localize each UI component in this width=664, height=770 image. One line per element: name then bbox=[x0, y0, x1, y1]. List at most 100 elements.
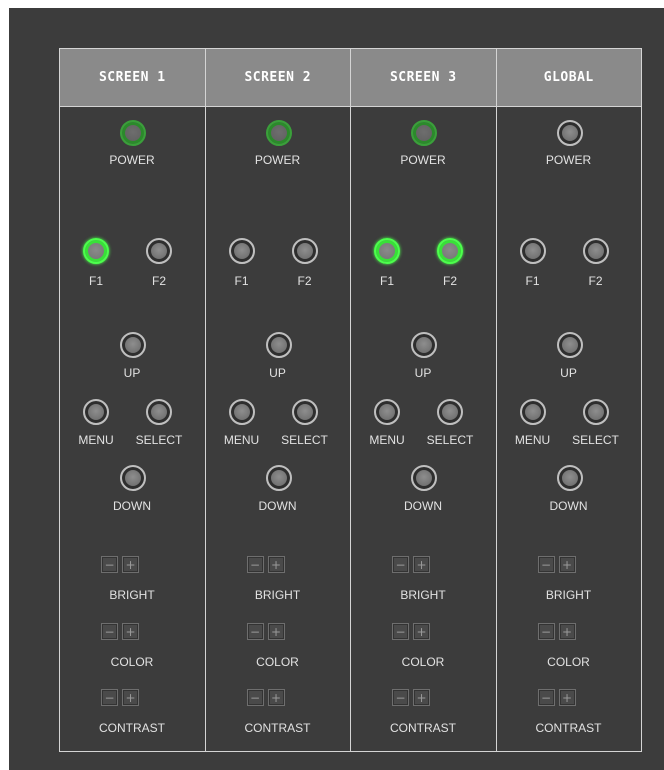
power-button[interactable] bbox=[411, 120, 437, 146]
menu-button[interactable] bbox=[519, 399, 546, 425]
select-button[interactable] bbox=[291, 399, 318, 425]
power-label: POWER bbox=[254, 153, 301, 167]
f1-button[interactable] bbox=[519, 238, 546, 264]
color-label: COLOR bbox=[110, 655, 154, 669]
color-minus-button[interactable]: − bbox=[392, 623, 409, 640]
menu-button[interactable] bbox=[83, 399, 109, 425]
column-screen-3: SCREEN 3 POWER F1 F2 UP MENU SELECT DOWN… bbox=[351, 49, 497, 751]
power-button[interactable] bbox=[120, 120, 146, 146]
f1-label: F1 bbox=[234, 274, 249, 288]
color-minus-button[interactable]: − bbox=[246, 623, 264, 640]
color-label: COLOR bbox=[256, 655, 299, 669]
column-header: SCREEN 3 bbox=[351, 49, 496, 107]
color-label: COLOR bbox=[401, 655, 445, 669]
up-button[interactable] bbox=[556, 332, 583, 358]
color-minus-button[interactable]: − bbox=[537, 623, 555, 640]
f1-label: F1 bbox=[88, 274, 104, 288]
up-label: UP bbox=[414, 366, 432, 380]
color-label: COLOR bbox=[547, 655, 590, 669]
up-label: UP bbox=[560, 366, 577, 380]
down-label: DOWN bbox=[258, 499, 297, 513]
contrast-label: CONTRAST bbox=[99, 721, 165, 735]
contrast-plus-button[interactable]: + bbox=[413, 689, 430, 706]
remote-frame: SCREEN 1 POWER F1 F2 UP MENU SELECT DOWN… bbox=[9, 8, 664, 770]
power-label: POWER bbox=[109, 153, 155, 167]
down-button[interactable] bbox=[411, 465, 437, 491]
select-label: SELECT bbox=[426, 433, 474, 447]
power-label: POWER bbox=[545, 153, 592, 167]
column-header: SCREEN 2 bbox=[205, 49, 350, 107]
up-button[interactable] bbox=[411, 332, 437, 358]
menu-button[interactable] bbox=[374, 399, 400, 425]
contrast-plus-button[interactable]: + bbox=[558, 689, 576, 706]
bright-plus-button[interactable]: + bbox=[413, 556, 430, 573]
down-label: DOWN bbox=[549, 499, 588, 513]
bright-minus-button[interactable]: − bbox=[537, 556, 555, 573]
f1-label: F1 bbox=[525, 274, 540, 288]
down-label: DOWN bbox=[404, 499, 442, 513]
f2-label: F2 bbox=[297, 274, 312, 288]
contrast-plus-button[interactable]: + bbox=[267, 689, 285, 706]
select-button[interactable] bbox=[582, 399, 609, 425]
contrast-minus-button[interactable]: − bbox=[101, 689, 118, 706]
f2-button[interactable] bbox=[146, 238, 172, 264]
column-global: GLOBAL POWER F1 F2 UP MENU SELECT DOWN −… bbox=[496, 49, 641, 751]
up-button[interactable] bbox=[120, 332, 146, 358]
select-label: SELECT bbox=[572, 433, 619, 447]
bright-minus-button[interactable]: − bbox=[392, 556, 409, 573]
bright-label: BRIGHT bbox=[400, 588, 446, 602]
f1-button[interactable] bbox=[83, 238, 109, 264]
down-button[interactable] bbox=[120, 465, 146, 491]
f2-label: F2 bbox=[151, 274, 167, 288]
contrast-label: CONTRAST bbox=[390, 721, 456, 735]
power-button[interactable] bbox=[556, 120, 583, 146]
down-button[interactable] bbox=[265, 465, 292, 491]
column-screen-2: SCREEN 2 POWER F1 F2 UP MENU SELECT DOWN… bbox=[205, 49, 351, 751]
up-label: UP bbox=[123, 366, 141, 380]
bright-minus-button[interactable]: − bbox=[246, 556, 264, 573]
power-label: POWER bbox=[400, 153, 446, 167]
f2-label: F2 bbox=[588, 274, 603, 288]
color-plus-button[interactable]: + bbox=[558, 623, 576, 640]
contrast-minus-button[interactable]: − bbox=[246, 689, 264, 706]
bright-plus-button[interactable]: + bbox=[267, 556, 285, 573]
f2-button[interactable] bbox=[582, 238, 609, 264]
f2-button[interactable] bbox=[291, 238, 318, 264]
menu-label: MENU bbox=[223, 433, 260, 447]
menu-button[interactable] bbox=[228, 399, 255, 425]
f1-label: F1 bbox=[379, 274, 395, 288]
contrast-label: CONTRAST bbox=[535, 721, 602, 735]
f1-button[interactable] bbox=[374, 238, 400, 264]
contrast-plus-button[interactable]: + bbox=[122, 689, 139, 706]
color-plus-button[interactable]: + bbox=[413, 623, 430, 640]
select-button[interactable] bbox=[437, 399, 463, 425]
f2-label: F2 bbox=[442, 274, 458, 288]
menu-label: MENU bbox=[369, 433, 405, 447]
bright-label: BRIGHT bbox=[254, 588, 301, 602]
contrast-minus-button[interactable]: − bbox=[392, 689, 409, 706]
down-label: DOWN bbox=[113, 499, 151, 513]
power-button[interactable] bbox=[265, 120, 292, 146]
column-header: SCREEN 1 bbox=[60, 49, 205, 107]
bright-label: BRIGHT bbox=[545, 588, 592, 602]
color-minus-button[interactable]: − bbox=[101, 623, 118, 640]
color-plus-button[interactable]: + bbox=[267, 623, 285, 640]
color-plus-button[interactable]: + bbox=[122, 623, 139, 640]
f1-button[interactable] bbox=[228, 238, 255, 264]
contrast-minus-button[interactable]: − bbox=[537, 689, 555, 706]
column-screen-1: SCREEN 1 POWER F1 F2 UP MENU SELECT DOWN… bbox=[60, 49, 206, 751]
down-button[interactable] bbox=[556, 465, 583, 491]
up-label: UP bbox=[269, 366, 286, 380]
menu-label: MENU bbox=[514, 433, 551, 447]
menu-label: MENU bbox=[78, 433, 114, 447]
bright-minus-button[interactable]: − bbox=[101, 556, 118, 573]
up-button[interactable] bbox=[265, 332, 292, 358]
f2-button[interactable] bbox=[437, 238, 463, 264]
bright-plus-button[interactable]: + bbox=[558, 556, 576, 573]
bright-label: BRIGHT bbox=[109, 588, 155, 602]
bright-plus-button[interactable]: + bbox=[122, 556, 139, 573]
select-button[interactable] bbox=[146, 399, 172, 425]
control-panel: SCREEN 1 POWER F1 F2 UP MENU SELECT DOWN… bbox=[59, 48, 642, 752]
select-label: SELECT bbox=[281, 433, 328, 447]
contrast-label: CONTRAST bbox=[244, 721, 311, 735]
